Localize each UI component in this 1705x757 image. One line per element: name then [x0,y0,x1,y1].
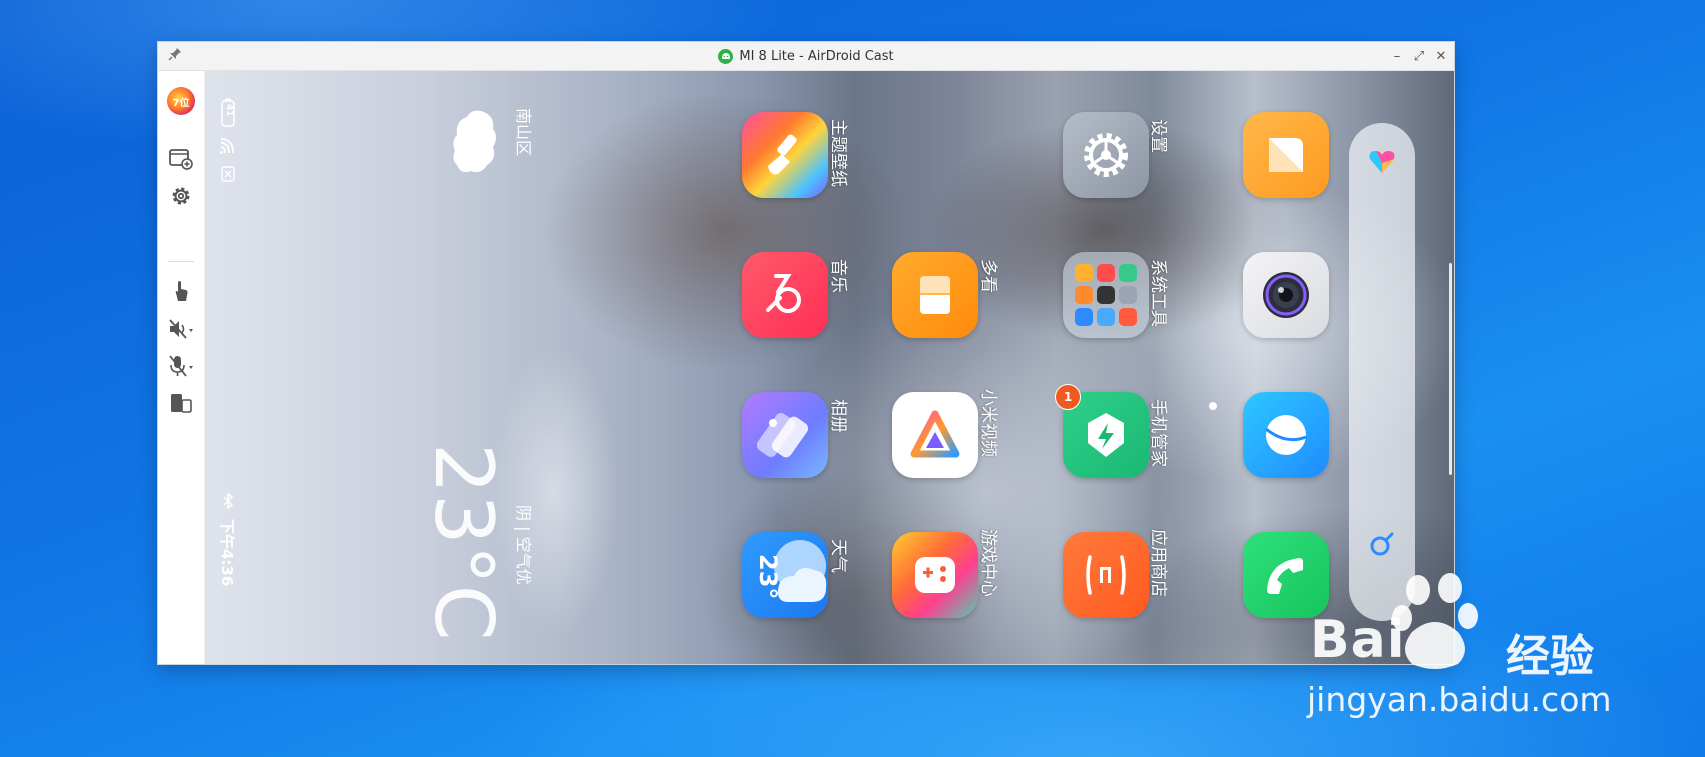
close-button[interactable]: ✕ [1430,42,1452,70]
speaker-muted-icon[interactable] [167,315,195,343]
app-duokan-icon[interactable] [892,252,978,338]
status-time: 下午4:36 [218,519,236,587]
weather-temperature: 23°C [417,443,510,641]
phone-screen[interactable]: 41 下午4:36 南山区 23°C 阴 | 空气优 主题壁纸 设置 音乐 多看… [205,71,1454,664]
bluetooth-icon [220,492,236,510]
minimize-button[interactable]: – [1386,42,1408,70]
app-duokan-label: 多看 [978,259,998,293]
baidu-brand-cn: 经验 [1506,631,1594,682]
app-mivideo-icon[interactable] [892,392,978,478]
app-gallery-label: 相册 [828,399,848,433]
battery-level: 41 [224,104,234,117]
cloud-icon [451,107,499,177]
app-browser-icon[interactable] [1243,392,1329,478]
app-tools-folder-icon[interactable] [1063,252,1149,338]
app-music-icon[interactable] [742,252,828,338]
search-icon[interactable] [1369,531,1395,561]
app-games-label: 游戏中心 [978,529,998,597]
weather-location: 南山区 [514,108,533,157]
maximize-button[interactable]: ⤢ [1408,42,1430,70]
page-indicator [1209,402,1217,410]
quick-ball-panel[interactable] [1349,123,1415,621]
avatar-text: 7位 [167,87,195,115]
app-weather-label: 天气 [828,539,848,573]
mic-muted-icon[interactable] [167,352,195,380]
baidu-brand: Bai [1310,610,1406,670]
airdroid-cast-window: MI 8 Lite - AirDroid Cast – ⤢ ✕ 7位 41 下午… [158,42,1454,664]
side-toolbar: 7位 [158,71,205,664]
app-notes-icon[interactable] [1243,112,1329,198]
app-theme-icon[interactable] [742,112,828,198]
touch-control-icon[interactable] [167,277,195,305]
app-music-label: 音乐 [828,259,848,293]
android-icon [718,48,734,64]
app-tools-label: 系统工具 [1148,259,1168,327]
toolbar-divider [168,261,194,262]
app-games-icon[interactable] [892,532,978,618]
app-store-icon[interactable] [1063,532,1149,618]
no-sim-icon [220,165,236,183]
title-bar[interactable]: MI 8 Lite - AirDroid Cast – ⤢ ✕ [158,42,1454,71]
app-settings-icon[interactable] [1063,112,1149,198]
app-camera-icon[interactable] [1243,252,1329,338]
weather-icon-temp: 23° [754,554,782,600]
screenshot-icon[interactable] [167,145,195,173]
wifi-icon [219,135,237,157]
window-title: MI 8 Lite - AirDroid Cast [739,48,894,64]
screen-rotate-icon[interactable] [167,389,195,417]
weather-description: 阴 | 空气优 [514,505,533,585]
avatar[interactable]: 7位 [167,87,195,115]
baidu-url: jingyan.baidu.com [1307,680,1612,719]
notification-badge: 1 [1055,384,1081,410]
settings-icon[interactable] [167,182,195,210]
app-security-label: 手机管家 [1148,399,1168,467]
app-theme-label: 主题壁纸 [828,119,848,187]
app-gallery-icon[interactable] [742,392,828,478]
app-weather-icon[interactable]: 23° [742,532,828,618]
app-store-label: 应用商店 [1148,529,1168,597]
app-mivideo-label: 小米视频 [978,389,998,457]
scroll-indicator [1449,263,1452,475]
app-settings-label: 设置 [1148,119,1168,153]
assistant-icon[interactable] [1366,145,1398,181]
